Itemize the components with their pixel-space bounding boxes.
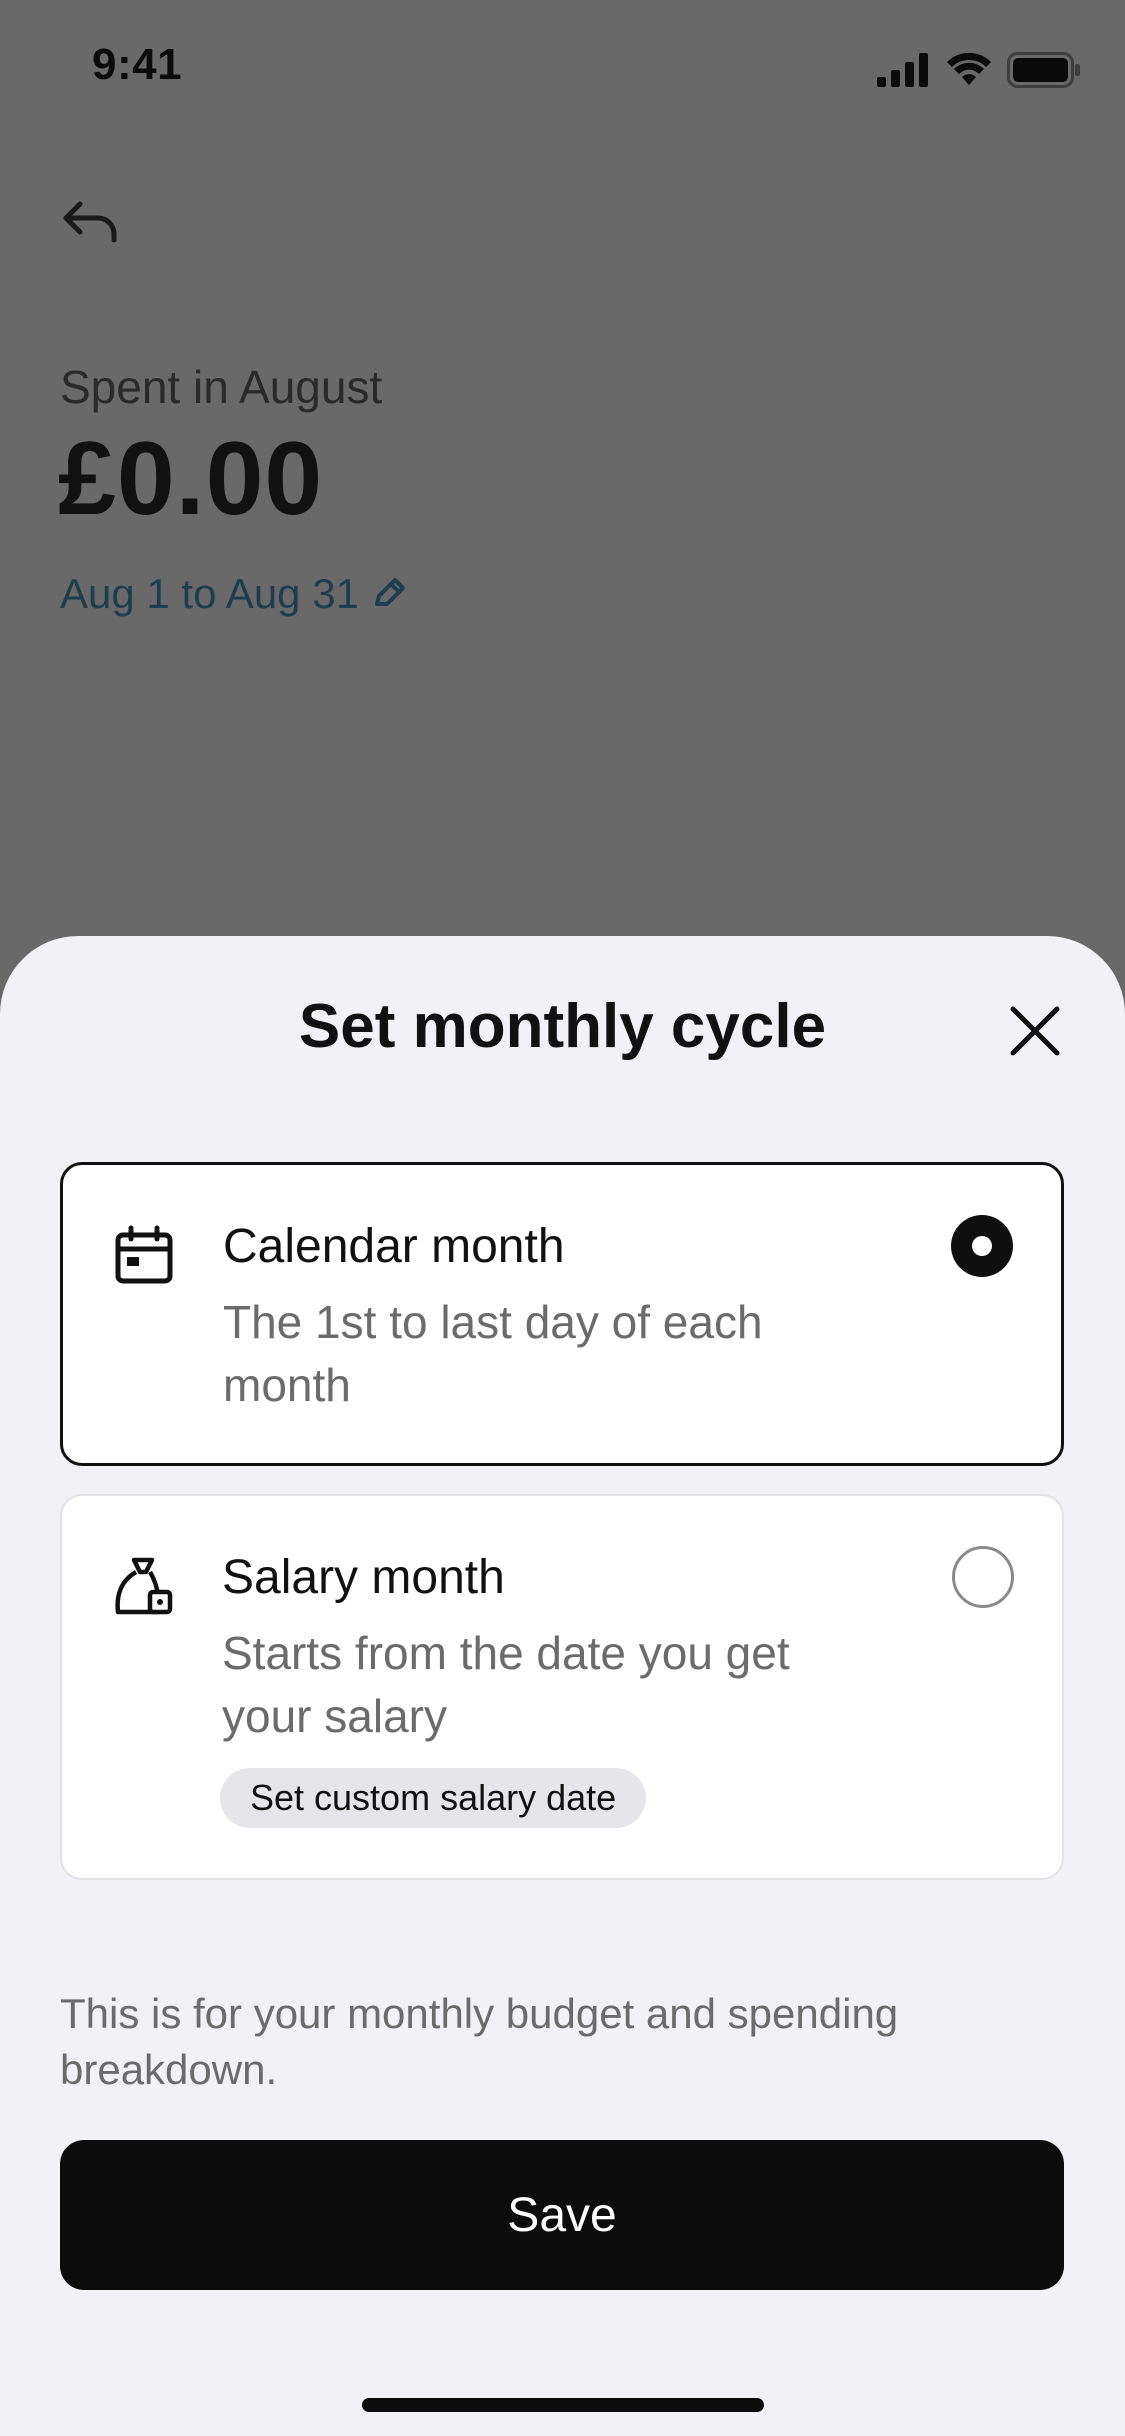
spent-amount: £0.00: [58, 421, 324, 537]
option-salary-month[interactable]: Salary month Starts from the date you ge…: [60, 1494, 1064, 1880]
spent-label: Spent in August: [60, 361, 383, 413]
cellular-signal-icon: [877, 53, 928, 87]
money-bag-icon: [115, 1557, 173, 1615]
radio-calendar-month[interactable]: [951, 1215, 1013, 1277]
sheet-title: Set monthly cycle: [298, 992, 827, 1061]
close-button[interactable]: [1000, 996, 1070, 1066]
radio-salary-month[interactable]: [952, 1546, 1014, 1608]
status-icons: [877, 50, 1081, 90]
option-title: Calendar month: [223, 1220, 565, 1273]
status-bar: 9:41: [0, 0, 1125, 140]
monthly-cycle-sheet: Set monthly cycle Calendar month The 1st…: [0, 936, 1125, 2436]
date-range-text: Aug 1 to Aug 31: [60, 570, 359, 617]
pencil-icon: [374, 578, 405, 606]
home-indicator: [362, 2398, 764, 2412]
status-time: 9:41: [92, 40, 183, 89]
battery-icon: [1007, 52, 1080, 88]
footnote: This is for your monthly budget and spen…: [60, 1990, 899, 2093]
back-arrow-icon[interactable]: [58, 190, 122, 254]
option-title: Salary month: [222, 1551, 505, 1604]
date-range-edit[interactable]: Aug 1 to Aug 31: [60, 570, 409, 618]
set-custom-salary-date-button[interactable]: Set custom salary date: [220, 1768, 647, 1828]
close-icon: [1010, 1006, 1060, 1056]
option-description: The 1st to last day of each month: [223, 1296, 763, 1411]
option-calendar-month[interactable]: Calendar month The 1st to last day of ea…: [60, 1162, 1064, 1466]
screen: 9:41 Spent in August £0.00 Aug 1 to Aug …: [0, 0, 1125, 2436]
save-button[interactable]: Save: [60, 2140, 1064, 2290]
option-description: Starts from the date you get your salary: [222, 1627, 790, 1742]
calendar-icon: [115, 1225, 173, 1284]
wifi-icon: [947, 53, 991, 85]
